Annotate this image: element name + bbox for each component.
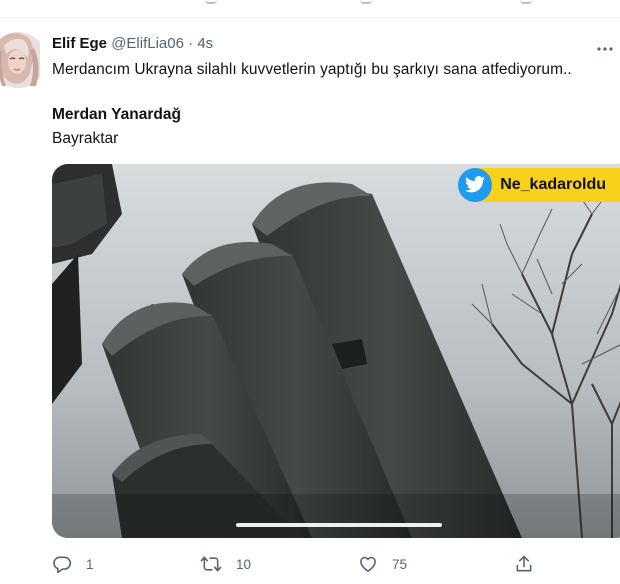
tweet-text: Merdancım Ukrayna silahlı kuvvetlerin ya… — [52, 61, 572, 78]
reply-button[interactable]: 1 — [52, 552, 94, 576]
retweet-icon — [200, 554, 222, 574]
video-progress-bar[interactable] — [236, 523, 442, 527]
like-button[interactable]: 75 — [358, 552, 407, 576]
previous-tweet-action-icon — [205, 0, 217, 4]
like-count: 75 — [392, 556, 408, 572]
like-icon — [358, 554, 378, 574]
tweet-header: Elif Ege @ElifLia06 · 4s — [52, 35, 213, 52]
tweet-timestamp[interactable]: 4s — [197, 35, 213, 52]
display-name[interactable]: Elif Ege — [52, 35, 107, 52]
share-icon — [514, 554, 534, 574]
retweet-button[interactable]: 10 — [200, 552, 251, 576]
separator-dot: · — [188, 35, 194, 52]
watermark-text: Ne_kadaroldu — [478, 168, 620, 202]
twitter-bird-icon — [458, 168, 493, 202]
share-button[interactable] — [514, 552, 534, 576]
user-handle[interactable]: @ElifLia06 — [111, 35, 184, 52]
avatar[interactable] — [0, 32, 40, 88]
watermark-badge: Ne_kadaroldu — [458, 167, 620, 203]
reply-icon — [52, 554, 72, 574]
retweet-count: 10 — [236, 556, 252, 572]
reply-count: 1 — [86, 556, 94, 572]
tweet-actions: 1 10 75 — [52, 552, 620, 576]
video-player[interactable]: Ne_kadaroldu — [52, 164, 620, 538]
video-frame — [52, 164, 620, 538]
previous-tweet-action-icon — [360, 0, 372, 4]
previous-tweet-action-icon — [520, 0, 532, 4]
previous-tweet-edge — [0, 0, 620, 18]
more-icon[interactable] — [596, 40, 614, 51]
quote-title: Merdan Yanardağ — [52, 106, 181, 123]
quote-subtitle: Bayraktar — [52, 130, 119, 147]
